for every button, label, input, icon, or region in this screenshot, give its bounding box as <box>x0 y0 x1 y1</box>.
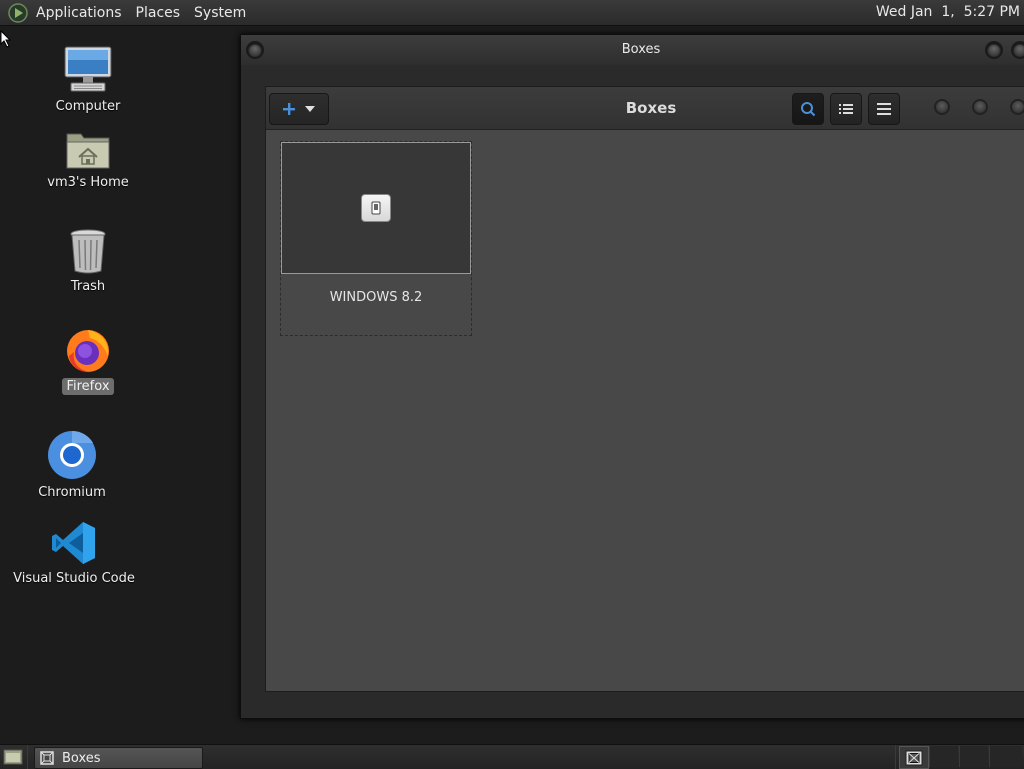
firefox-icon <box>67 330 109 373</box>
mouse-cursor-icon <box>0 30 12 48</box>
vscode-icon <box>52 522 95 564</box>
chevron-down-icon <box>305 106 315 112</box>
csd-maximize-button[interactable] <box>972 99 988 115</box>
computer-icon <box>64 46 112 92</box>
home-folder-icon <box>66 133 110 169</box>
desktop-icon-vscode[interactable]: Visual Studio Code <box>0 520 149 587</box>
hamburger-icon <box>877 103 891 115</box>
panel-menu-bar: Applications Places System <box>29 0 253 25</box>
boxes-app-icon <box>40 751 54 765</box>
workspace-4[interactable] <box>989 746 1022 767</box>
outer-window-titlebar[interactable]: Boxes <box>241 35 1024 65</box>
vm-switch-icon <box>371 201 381 215</box>
workspace-2[interactable] <box>929 746 958 767</box>
box-name: WINDOWS 8.2 <box>329 290 423 305</box>
desktop-icon-label: vm3's Home <box>47 175 129 190</box>
outer-window-title: Boxes <box>621 42 661 57</box>
desktop-icon-computer[interactable]: Computer <box>13 44 163 115</box>
menu-system[interactable]: System <box>187 5 253 21</box>
header-bar[interactable]: Boxes <box>266 87 1024 130</box>
window-menu-button[interactable] <box>246 41 264 59</box>
search-icon <box>801 102 816 117</box>
taskbar-button-boxes[interactable]: Boxes <box>34 747 203 769</box>
trash-icon <box>70 229 106 274</box>
desktop-icon-firefox[interactable]: Firefox <box>13 326 163 395</box>
header-title: Boxes <box>625 99 677 117</box>
panel-clock[interactable]: Wed Jan 1, 5:27 PM <box>876 4 1020 20</box>
maximize-button[interactable] <box>1011 41 1024 59</box>
boxes-app-icon <box>905 750 923 765</box>
box-thumbnail[interactable] <box>281 142 471 274</box>
desktop-icon-label: Chromium <box>38 485 106 500</box>
panel-separator <box>27 745 28 769</box>
desktop-icon-label: Computer <box>55 99 121 114</box>
search-button[interactable] <box>792 93 824 125</box>
new-box-button[interactable] <box>269 93 329 125</box>
menu-places[interactable]: Places <box>129 5 188 21</box>
panel-separator <box>895 745 896 769</box>
desktop-icon-label: Firefox <box>62 378 114 395</box>
selection-mode-button[interactable] <box>830 93 862 125</box>
workspace-1[interactable] <box>899 746 929 769</box>
desktop-icon-trash[interactable]: Trash <box>13 228 163 295</box>
mate-logo-icon[interactable] <box>8 2 28 23</box>
desktop-icon-label: Trash <box>70 279 106 294</box>
desktop-icon-chromium[interactable]: Chromium <box>0 430 147 501</box>
csd-minimize-button[interactable] <box>934 99 950 115</box>
desktop-icon-home[interactable]: vm3's Home <box>13 128 163 191</box>
show-desktop-icon[interactable] <box>3 749 23 765</box>
csd-close-button[interactable] <box>1010 99 1024 115</box>
bottom-panel: Boxes <box>0 744 1024 769</box>
minimize-button[interactable] <box>985 41 1003 59</box>
desktop-icon-label: Visual Studio Code <box>13 571 135 586</box>
box-status-chip <box>361 194 391 222</box>
list-check-icon <box>839 104 853 114</box>
main-menu-button[interactable] <box>868 93 900 125</box>
top-panel: Applications Places System Wed Jan 1, 5:… <box>0 0 1024 26</box>
chromium-icon <box>48 430 96 479</box>
menu-applications[interactable]: Applications <box>29 5 129 21</box>
taskbar-button-label: Boxes <box>62 750 101 766</box>
plus-icon <box>283 103 295 115</box>
workspace-3[interactable] <box>959 746 988 767</box>
box-item[interactable]: WINDOWS 8.2 <box>280 141 472 336</box>
